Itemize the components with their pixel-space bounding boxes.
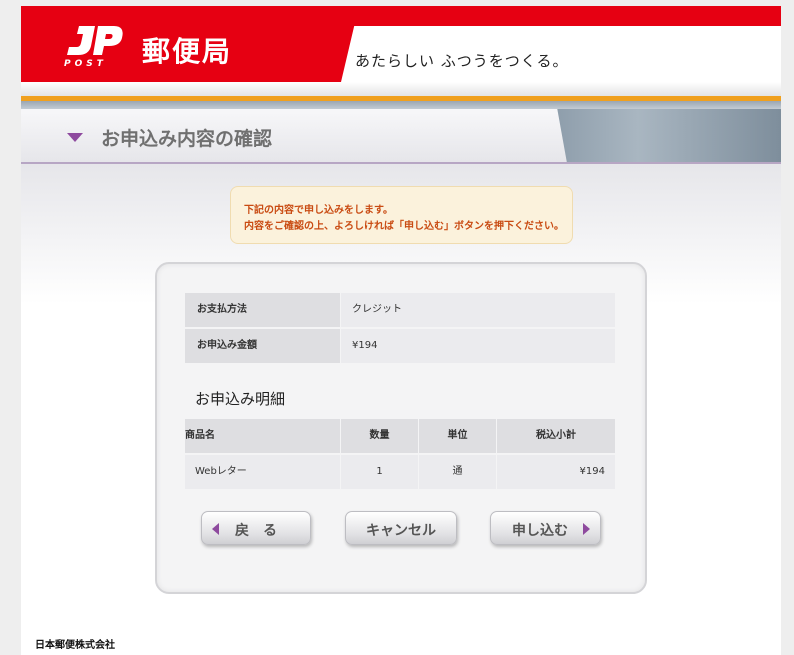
page: POST 郵便局 あたらしい ふつうをつくる。 お申込み内容の確認 下記の内容で…	[21, 6, 781, 655]
title-bar: お申込み内容の確認	[21, 109, 781, 164]
notice-line-2: 内容をご確認の上、よろしければ「申し込む」ボタンを押下ください。	[244, 221, 564, 232]
cancel-button[interactable]: キャンセル	[345, 511, 457, 545]
tagline: あたらしい ふつうをつくる。	[355, 52, 569, 70]
column-header-subtotal: 税込小計	[497, 419, 615, 453]
logo-wordmark: 郵便局	[142, 35, 233, 68]
header-divider	[21, 82, 781, 96]
details-heading: お申込み明細	[195, 390, 286, 408]
logo-post-text: POST	[64, 59, 107, 69]
cell-unit: 通	[419, 455, 496, 489]
amount-row: お申込み金額 ¥194	[185, 329, 615, 363]
back-button-label: 戻 る	[235, 523, 277, 539]
column-header-quantity: 数量	[341, 419, 418, 453]
arrow-right-icon	[583, 523, 590, 535]
payment-method-label: お支払方法	[185, 293, 340, 327]
title-decoration	[557, 109, 781, 162]
cell-subtotal: ¥194	[497, 455, 615, 489]
cancel-button-label: キャンセル	[366, 523, 436, 539]
triangle-down-icon	[67, 133, 83, 142]
column-header-unit: 単位	[419, 419, 496, 453]
table-header-row: 商品名 数量 単位 税込小計	[185, 419, 615, 453]
cell-product-name: Webレター	[185, 455, 340, 489]
amount-value: ¥194	[341, 329, 615, 363]
header-blue-stripe	[21, 101, 781, 109]
cell-quantity: 1	[341, 455, 418, 489]
submit-button[interactable]: 申し込む	[490, 511, 601, 545]
footer-company: 日本郵便株式会社	[35, 640, 115, 651]
page-title: お申込み内容の確認	[101, 128, 273, 150]
arrow-left-icon	[212, 523, 219, 535]
notice-line-1: 下記の内容で申し込みをします。	[244, 205, 393, 216]
submit-button-label: 申し込む	[512, 523, 568, 539]
back-button[interactable]: 戻 る	[201, 511, 311, 545]
notice-box: 下記の内容で申し込みをします。 内容をご確認の上、よろしければ「申し込む」ボタン…	[230, 186, 573, 244]
payment-method-row: お支払方法 クレジット	[185, 293, 615, 327]
amount-label: お申込み金額	[185, 329, 340, 363]
column-header-product: 商品名	[185, 419, 340, 453]
jp-post-logo-icon	[67, 26, 123, 55]
payment-method-value: クレジット	[341, 293, 615, 327]
table-row: Webレター 1 通 ¥194	[185, 455, 615, 489]
